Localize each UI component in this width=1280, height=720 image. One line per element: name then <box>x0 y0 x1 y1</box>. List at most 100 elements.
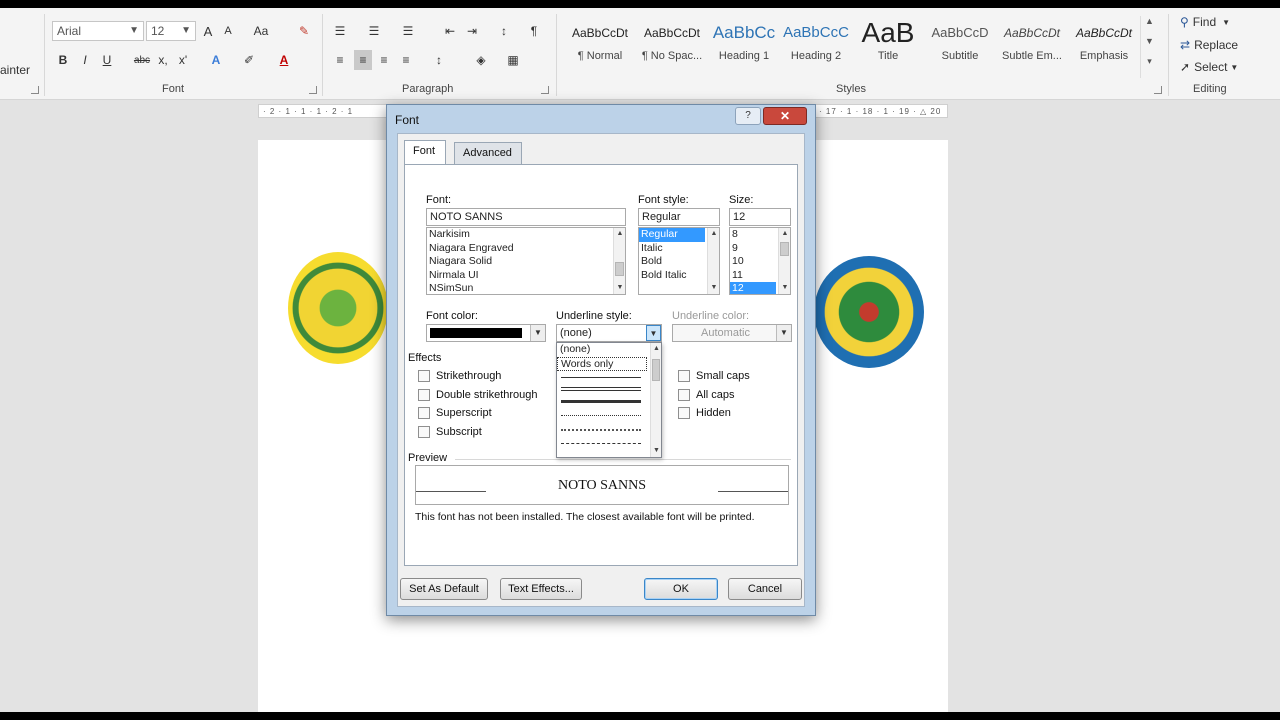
font-list-item[interactable]: Niagara Engraved <box>427 242 625 256</box>
small-caps-checkbox[interactable]: Small caps <box>678 370 750 382</box>
style-tile[interactable]: AaBbCcDt Subtle Em... <box>996 20 1068 72</box>
underline-option-words-only[interactable]: Words only <box>557 357 647 371</box>
font-style-list-item[interactable]: Regular <box>639 228 705 242</box>
underline-option-dashed[interactable] <box>561 443 641 444</box>
scroll-thumb[interactable] <box>652 359 660 381</box>
font-list-item[interactable]: Narkisim <box>427 228 625 242</box>
font-style-field[interactable]: Regular <box>638 208 720 226</box>
line-spacing-icon[interactable]: ↕ <box>430 50 448 70</box>
help-button[interactable]: ? <box>735 107 761 125</box>
size-list[interactable]: 8 9 10 11 12 ▲ ▼ <box>729 227 791 295</box>
style-tile[interactable]: AaBbCcDt ¶ No Spac... <box>636 20 708 72</box>
align-left-icon[interactable]: ≡ <box>332 50 348 70</box>
underline-color-dropdown[interactable]: Automatic ▼ <box>672 324 792 342</box>
chevron-up-icon[interactable]: ▲ <box>1141 16 1158 36</box>
superscript-checkbox[interactable]: Superscript <box>418 407 492 419</box>
multilevel-list-icon[interactable]: ☰ <box>400 21 416 41</box>
font-color-icon[interactable]: A <box>276 50 292 70</box>
numbering-icon[interactable]: ☰ <box>366 21 382 41</box>
show-formatting-button[interactable]: ¶ <box>526 21 542 41</box>
grow-font-button[interactable]: A <box>200 21 216 41</box>
subscript-button[interactable]: x, <box>156 50 170 70</box>
ok-button[interactable]: OK <box>644 578 718 600</box>
align-center-icon[interactable]: ≡ <box>354 50 372 70</box>
style-tile[interactable]: AaBbCcD Subtitle <box>924 20 996 72</box>
justify-icon[interactable]: ≡ <box>398 50 414 70</box>
set-as-default-button[interactable]: Set As Default <box>400 578 488 600</box>
tab-advanced[interactable]: Advanced <box>454 142 522 164</box>
sort-icon[interactable]: ↕ <box>496 21 512 41</box>
scroll-up-icon[interactable]: ▲ <box>614 228 625 240</box>
size-field[interactable]: 12 <box>729 208 791 226</box>
underline-option-single[interactable] <box>561 377 641 378</box>
font-list-item[interactable]: Niagara Solid <box>427 255 625 269</box>
scroll-thumb[interactable] <box>780 242 789 256</box>
font-style-scrollbar[interactable]: ▲ ▼ <box>707 228 719 294</box>
format-painter-button[interactable]: ainter <box>0 60 34 80</box>
subscript-checkbox[interactable]: Subscript <box>418 426 482 438</box>
shrink-font-button[interactable]: A <box>220 21 236 41</box>
underline-option-dotted[interactable] <box>561 415 641 416</box>
double-strikethrough-checkbox[interactable]: Double strikethrough <box>418 389 538 401</box>
font-name-combo[interactable]: Arial ▼ <box>52 21 144 41</box>
size-list-item[interactable]: 12 <box>730 282 776 294</box>
scroll-down-icon[interactable]: ▼ <box>651 445 661 457</box>
paragraph-launcher-icon[interactable] <box>541 86 549 94</box>
style-tile[interactable]: AaBbCcDt ¶ Normal <box>564 20 636 72</box>
select-button[interactable]: ➚ Select ▼ <box>1180 59 1238 75</box>
highlight-color-icon[interactable]: ✐ <box>240 50 258 70</box>
find-button[interactable]: ⚲ Find ▼ <box>1180 14 1230 30</box>
style-tile[interactable]: AaBbCc Heading 1 <box>708 20 780 72</box>
underline-option-double[interactable] <box>561 387 641 391</box>
styles-launcher-icon[interactable] <box>1154 86 1162 94</box>
gallery-more-icon[interactable]: ▾ <box>1141 56 1158 76</box>
cancel-button[interactable]: Cancel <box>728 578 802 600</box>
font-list-item[interactable]: Nirmala UI <box>427 269 625 283</box>
styles-gallery-scroll[interactable]: ▲ ▼ ▾ <box>1140 16 1158 78</box>
underline-option-none[interactable]: (none) <box>557 343 661 357</box>
font-list[interactable]: Narkisim Niagara Engraved Niagara Solid Nir… <box>426 227 626 295</box>
font-launcher-icon[interactable] <box>309 86 317 94</box>
borders-icon[interactable]: ▦ <box>504 50 522 70</box>
strikethrough-checkbox[interactable]: Strikethrough <box>418 370 501 382</box>
superscript-button[interactable]: x' <box>176 50 190 70</box>
scroll-up-icon[interactable]: ▲ <box>651 343 661 355</box>
clipboard-launcher-icon[interactable] <box>31 86 39 94</box>
style-tile[interactable]: AaBbCcDt Emphasis <box>1068 20 1140 72</box>
italic-button[interactable]: I <box>78 50 92 70</box>
font-name-field[interactable]: NOTO SANNS <box>426 208 626 226</box>
clear-formatting-icon[interactable]: ✎ <box>296 21 312 41</box>
chevron-down-icon[interactable]: ▼ <box>1141 36 1158 56</box>
hidden-checkbox[interactable]: Hidden <box>678 407 731 419</box>
all-caps-checkbox[interactable]: All caps <box>678 389 735 401</box>
underline-option-dotted-heavy[interactable] <box>561 429 641 431</box>
align-right-icon[interactable]: ≡ <box>376 50 392 70</box>
font-color-dropdown[interactable]: ▼ <box>426 324 546 342</box>
font-list-item[interactable]: NSimSun <box>427 282 625 294</box>
underline-list-scrollbar[interactable]: ▲ ▼ <box>650 343 661 457</box>
replace-button[interactable]: ⇄ Replace <box>1180 37 1238 53</box>
increase-indent-icon[interactable]: ⇥ <box>464 21 480 41</box>
decrease-indent-icon[interactable]: ⇤ <box>442 21 458 41</box>
bold-button[interactable]: B <box>56 50 70 70</box>
bullets-icon[interactable]: ☰ <box>332 21 348 41</box>
close-button[interactable]: ✕ <box>763 107 807 125</box>
style-tile[interactable]: AaB Title <box>852 20 924 72</box>
tab-font[interactable]: Font <box>404 140 446 164</box>
font-list-scrollbar[interactable]: ▲ ▼ <box>613 228 625 294</box>
text-effects-button[interactable]: Text Effects... <box>500 578 582 600</box>
underline-style-dropdown[interactable]: (none) ▼ <box>556 324 662 342</box>
size-scrollbar[interactable]: ▲ ▼ <box>778 228 790 294</box>
underline-style-list[interactable]: (none) Words only ▲ ▼ <box>556 342 662 458</box>
scroll-thumb[interactable] <box>615 262 624 276</box>
font-style-list[interactable]: Regular Italic Bold Bold Italic ▲ ▼ <box>638 227 720 295</box>
strikethrough-button[interactable]: abc <box>132 50 152 70</box>
style-tile[interactable]: AaBbCcC Heading 2 <box>780 20 852 72</box>
scroll-down-icon[interactable]: ▼ <box>779 282 790 294</box>
change-case-button[interactable]: Aa <box>250 21 272 41</box>
font-size-combo[interactable]: 12 ▼ <box>146 21 196 41</box>
scroll-up-icon[interactable]: ▲ <box>708 228 719 240</box>
scroll-up-icon[interactable]: ▲ <box>779 228 790 240</box>
scroll-down-icon[interactable]: ▼ <box>708 282 719 294</box>
scroll-down-icon[interactable]: ▼ <box>614 282 625 294</box>
